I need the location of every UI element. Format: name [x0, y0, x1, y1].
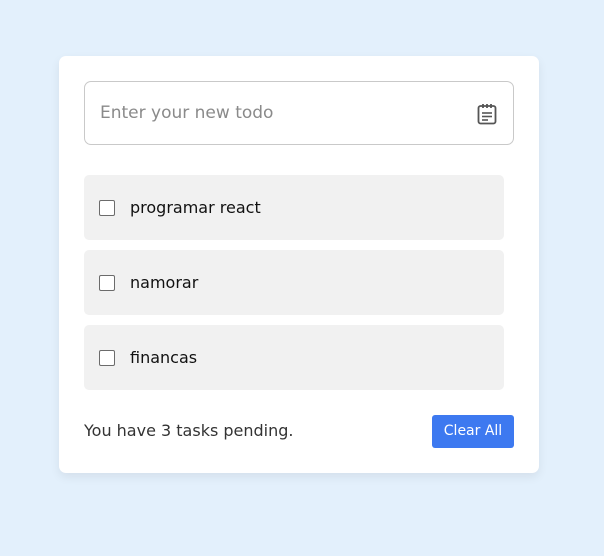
task-checkbox[interactable] [99, 350, 115, 366]
task-label: namorar [130, 273, 199, 292]
todo-card: programar react namorar financas You hav… [59, 56, 539, 473]
task-label: financas [130, 348, 198, 367]
todo-input[interactable] [100, 82, 470, 144]
task-list: programar react namorar financas [84, 175, 504, 400]
task-item: programar react [84, 175, 504, 240]
pending-count-text: You have 3 tasks pending. [84, 421, 294, 440]
calendar-icon[interactable] [477, 103, 497, 125]
task-label: programar react [130, 198, 261, 217]
task-item: financas [84, 325, 504, 390]
task-item: namorar [84, 250, 504, 315]
task-checkbox[interactable] [99, 275, 115, 291]
todo-input-wrapper [84, 81, 514, 145]
task-checkbox[interactable] [99, 200, 115, 216]
clear-all-button[interactable]: Clear All [432, 415, 514, 448]
